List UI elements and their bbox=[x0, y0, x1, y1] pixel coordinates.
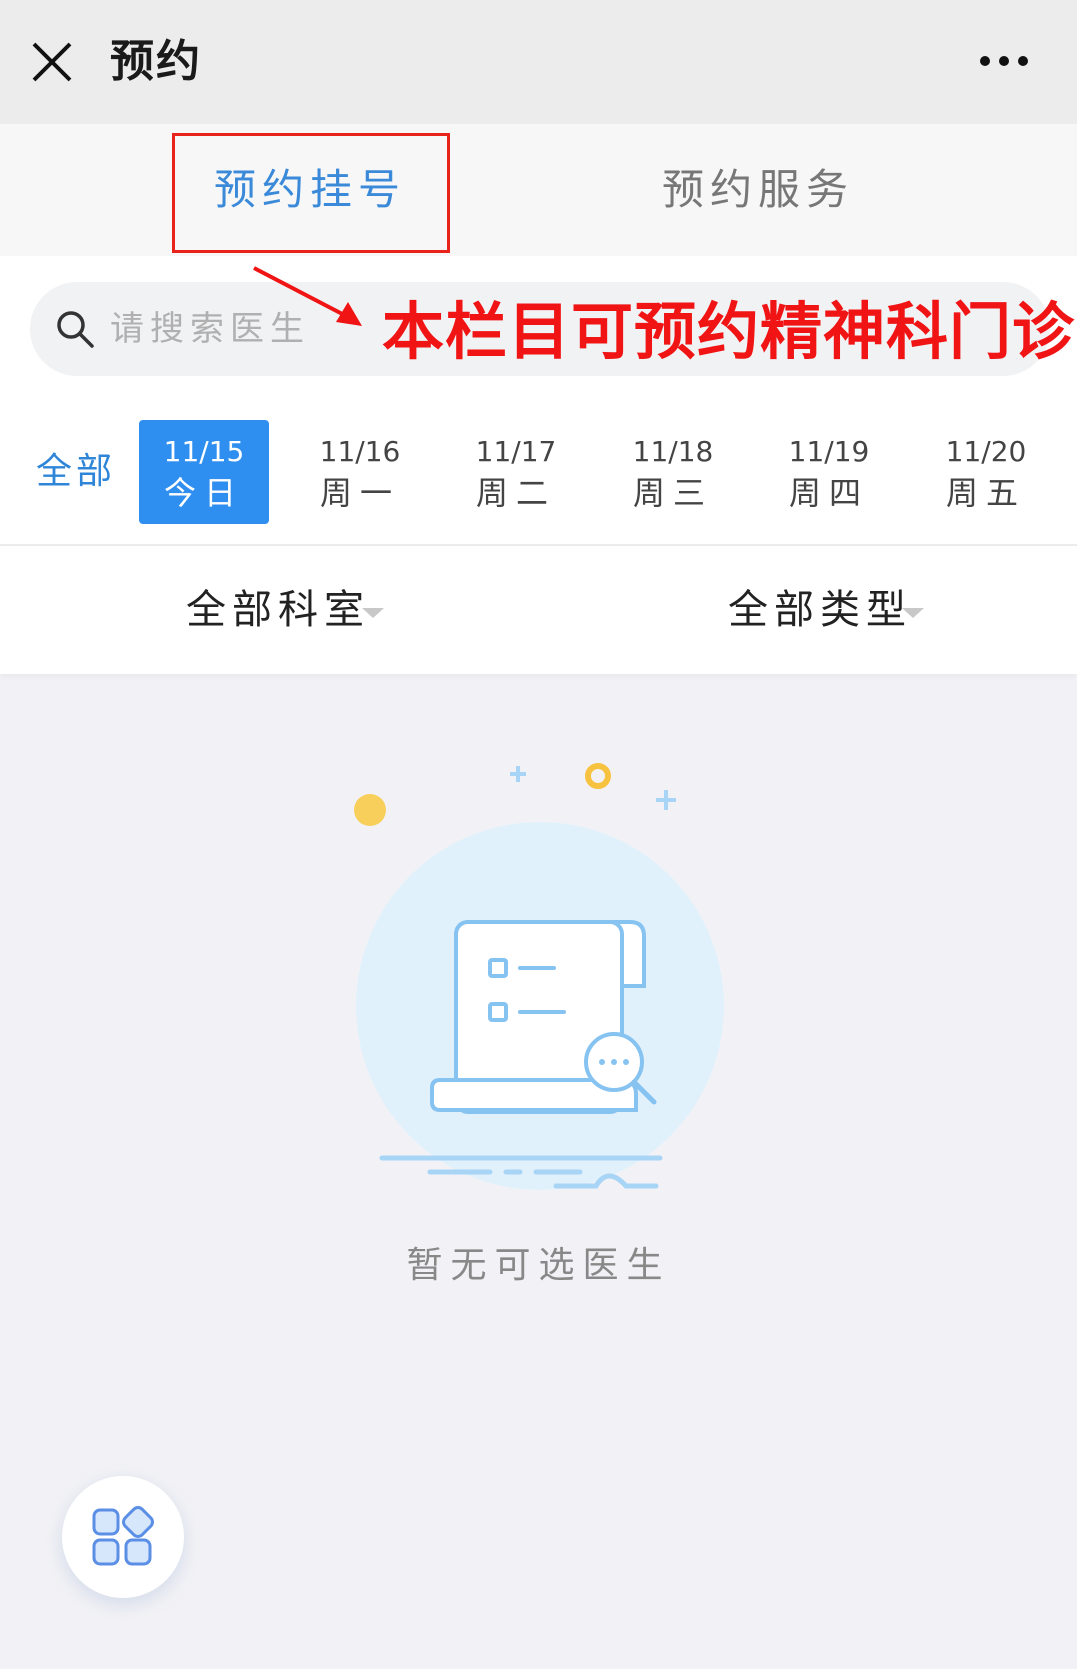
date-item[interactable]: 11/17 周二 bbox=[451, 420, 581, 524]
date-weekday: 今日 bbox=[163, 474, 244, 512]
date-item-today[interactable]: 11/15 今日 bbox=[139, 420, 269, 524]
date-number: 11/15 bbox=[163, 435, 245, 468]
date-number: 11/16 bbox=[319, 435, 401, 468]
date-item[interactable]: 11/18 周三 bbox=[608, 420, 738, 524]
chevron-down-icon bbox=[902, 608, 924, 618]
type-filter[interactable]: 全部类型 bbox=[728, 546, 912, 674]
date-all-button[interactable]: 全部 bbox=[36, 420, 116, 524]
tab-appointment-service[interactable]: 预约服务 bbox=[620, 124, 896, 256]
apps-floating-button[interactable] bbox=[62, 1476, 184, 1598]
annotation-highlight-box bbox=[172, 133, 450, 253]
date-weekday: 周一 bbox=[319, 474, 400, 512]
empty-state-message: 暂无可选医生 bbox=[406, 1245, 671, 1286]
close-icon[interactable] bbox=[30, 40, 74, 84]
date-weekday: 周三 bbox=[632, 474, 713, 512]
page-title: 预约 bbox=[110, 36, 202, 87]
date-number: 11/19 bbox=[788, 435, 870, 468]
date-number: 11/18 bbox=[632, 435, 714, 468]
date-weekday: 周四 bbox=[788, 474, 869, 512]
filter-bar: 全部科室 全部类型 bbox=[0, 546, 1077, 674]
date-number: 11/17 bbox=[475, 435, 557, 468]
date-weekday: 周二 bbox=[475, 474, 556, 512]
more-horizontal-icon[interactable] bbox=[978, 54, 1030, 68]
date-item[interactable]: 11/20 周五 bbox=[921, 420, 1051, 524]
date-item[interactable]: 11/19 周四 bbox=[764, 420, 894, 524]
date-item[interactable]: 11/16 周一 bbox=[295, 420, 425, 524]
search-icon bbox=[57, 311, 94, 348]
tab-bar: 预约挂号 预约服务 bbox=[0, 124, 1077, 256]
annotation-arrow-icon bbox=[253, 266, 362, 326]
annotation-text: 本栏目可预约精神科门诊 bbox=[382, 295, 1076, 368]
title-bar: 预约 bbox=[0, 0, 1077, 124]
apps-grid-icon bbox=[92, 1506, 154, 1566]
date-number: 11/20 bbox=[945, 435, 1027, 468]
empty-document-search-icon bbox=[354, 763, 724, 1190]
department-filter[interactable]: 全部科室 bbox=[186, 546, 370, 674]
date-selector: 全部 11/15 今日 11/16 周一 11/17 周二 11/18 周三 1… bbox=[0, 420, 1077, 544]
date-weekday: 周五 bbox=[945, 474, 1026, 512]
chevron-down-icon bbox=[362, 608, 384, 618]
